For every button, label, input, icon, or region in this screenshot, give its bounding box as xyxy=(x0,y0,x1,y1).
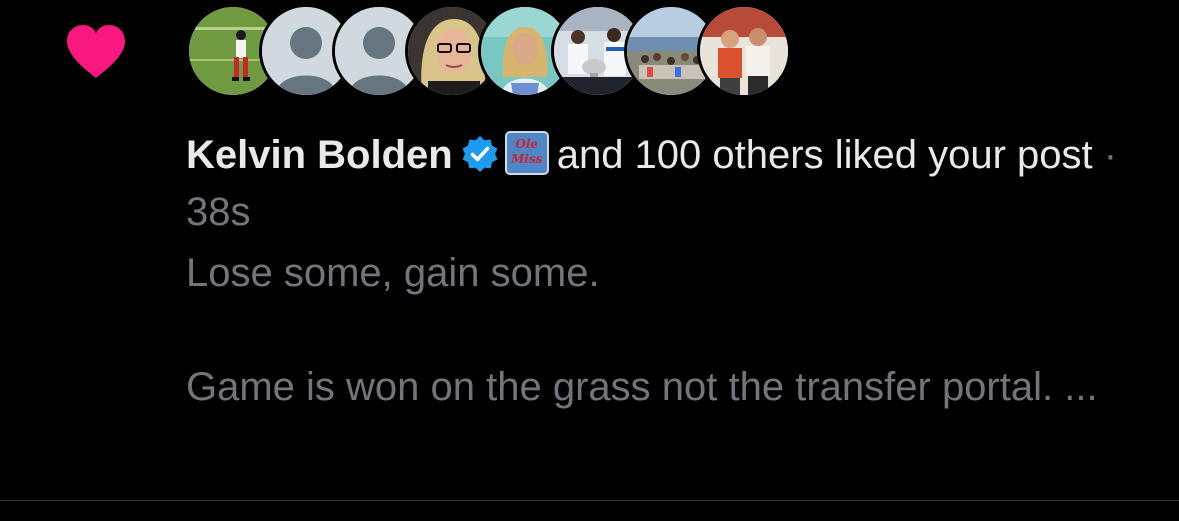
notification-headline: Kelvin Bolden Ole Miss and 100 others lik… xyxy=(186,127,1146,241)
ole-miss-affiliate-badge[interactable]: Ole Miss xyxy=(504,131,549,175)
affiliate-badge-text: Ole Miss xyxy=(511,137,543,166)
post-preview-line-2: Game is won on the grass not the transfe… xyxy=(186,365,1098,409)
separator: · xyxy=(1103,133,1118,177)
liker-avatars xyxy=(186,4,791,98)
post-preview-line-1: Lose some, gain some. xyxy=(186,251,600,295)
action-text: and 100 others liked your post xyxy=(556,133,1093,177)
verified-badge-icon xyxy=(462,136,498,172)
divider xyxy=(0,500,1179,501)
avatar-two-men[interactable] xyxy=(697,4,791,98)
post-preview[interactable]: Lose some, gain some. Game is won on the… xyxy=(186,245,1146,416)
liker-name[interactable]: Kelvin Bolden xyxy=(186,133,453,177)
two-men-photo xyxy=(700,7,788,95)
heart-icon xyxy=(67,25,125,78)
like-notification[interactable]: Kelvin Bolden Ole Miss and 100 others lik… xyxy=(0,0,1179,500)
timestamp: 38s xyxy=(186,190,251,234)
